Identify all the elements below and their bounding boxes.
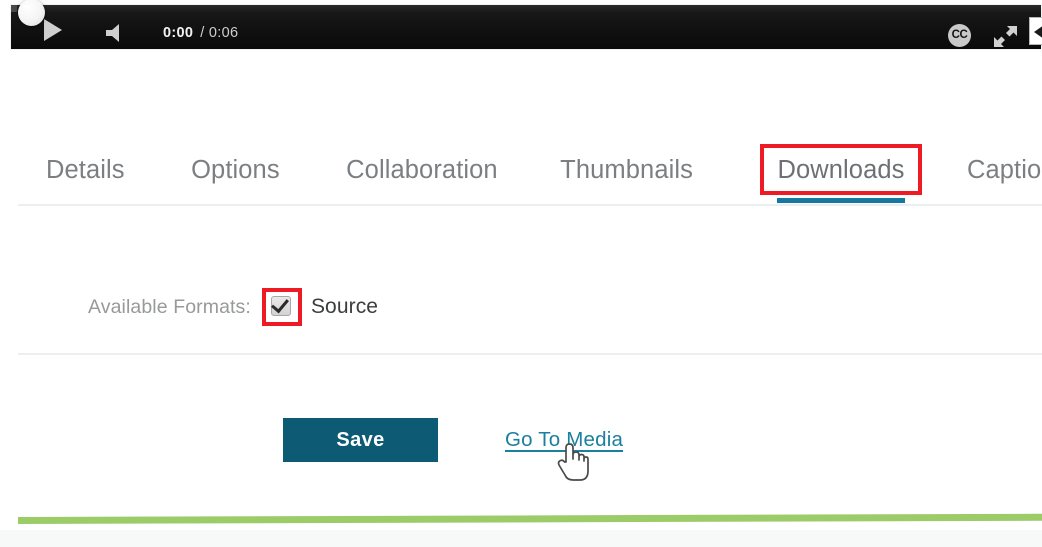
play-button[interactable]: [44, 19, 70, 45]
source-format-checkbox[interactable]: [261, 288, 302, 326]
video-player-controls: 0:00 / 0:06 CC: [10, 0, 1042, 50]
bottom-strip: [0, 530, 1042, 547]
play-triangle-icon: [44, 19, 62, 41]
tab-captions-label: Captio: [966, 156, 1042, 184]
tab-details-label: Details: [46, 156, 125, 184]
tab-options-label: Options: [191, 156, 280, 184]
scrubber-handle-icon[interactable]: [18, 0, 45, 26]
tab-collaboration-label: Collaboration: [346, 156, 498, 184]
tab-bar: Details Options Collaboration Thumbnails…: [18, 144, 1042, 206]
form-actions: Save Go To Media: [18, 390, 1042, 500]
progress-bar-fill: [11, 5, 17, 12]
edge-arrow-icon: [1034, 25, 1042, 39]
tab-options[interactable]: Options: [191, 148, 280, 201]
available-formats-label: Available Formats:: [88, 295, 251, 318]
available-formats-row: Available Formats: Source: [88, 288, 379, 326]
tab-captions[interactable]: Captio: [967, 148, 1041, 201]
save-button[interactable]: Save: [283, 418, 438, 462]
current-time-label: 0:00: [163, 25, 194, 41]
available-formats-section: Available Formats: Source: [18, 225, 1042, 355]
bottom-green-accent-bar: [17, 513, 1042, 524]
fullscreen-button[interactable]: [992, 23, 1019, 50]
tab-collaboration[interactable]: Collaboration: [346, 148, 498, 201]
volume-button[interactable]: [103, 22, 133, 44]
source-format-label: Source: [310, 295, 379, 318]
tab-thumbnails-label: Thumbnails: [560, 156, 693, 184]
tab-thumbnails[interactable]: Thumbnails: [560, 148, 693, 201]
progress-bar-track[interactable]: [11, 5, 1041, 12]
duration-label: / 0:06: [200, 25, 239, 41]
edge-arrow-button[interactable]: [1029, 17, 1042, 45]
fullscreen-expand-icon: [994, 26, 1017, 47]
tab-downloads-label: Downloads: [777, 156, 905, 184]
timecode-display: 0:00 / 0:06: [163, 25, 238, 41]
closed-captions-button[interactable]: CC: [948, 24, 973, 49]
active-tab-underline: [777, 198, 905, 203]
tab-details[interactable]: Details: [46, 148, 125, 201]
player-bar: 0:00 / 0:06 CC: [11, 0, 1042, 50]
go-to-media-link[interactable]: Go To Media: [505, 428, 623, 452]
volume-speaker-icon: [106, 24, 119, 42]
tab-downloads[interactable]: Downloads: [760, 144, 922, 203]
cc-icon: CC: [948, 24, 971, 47]
